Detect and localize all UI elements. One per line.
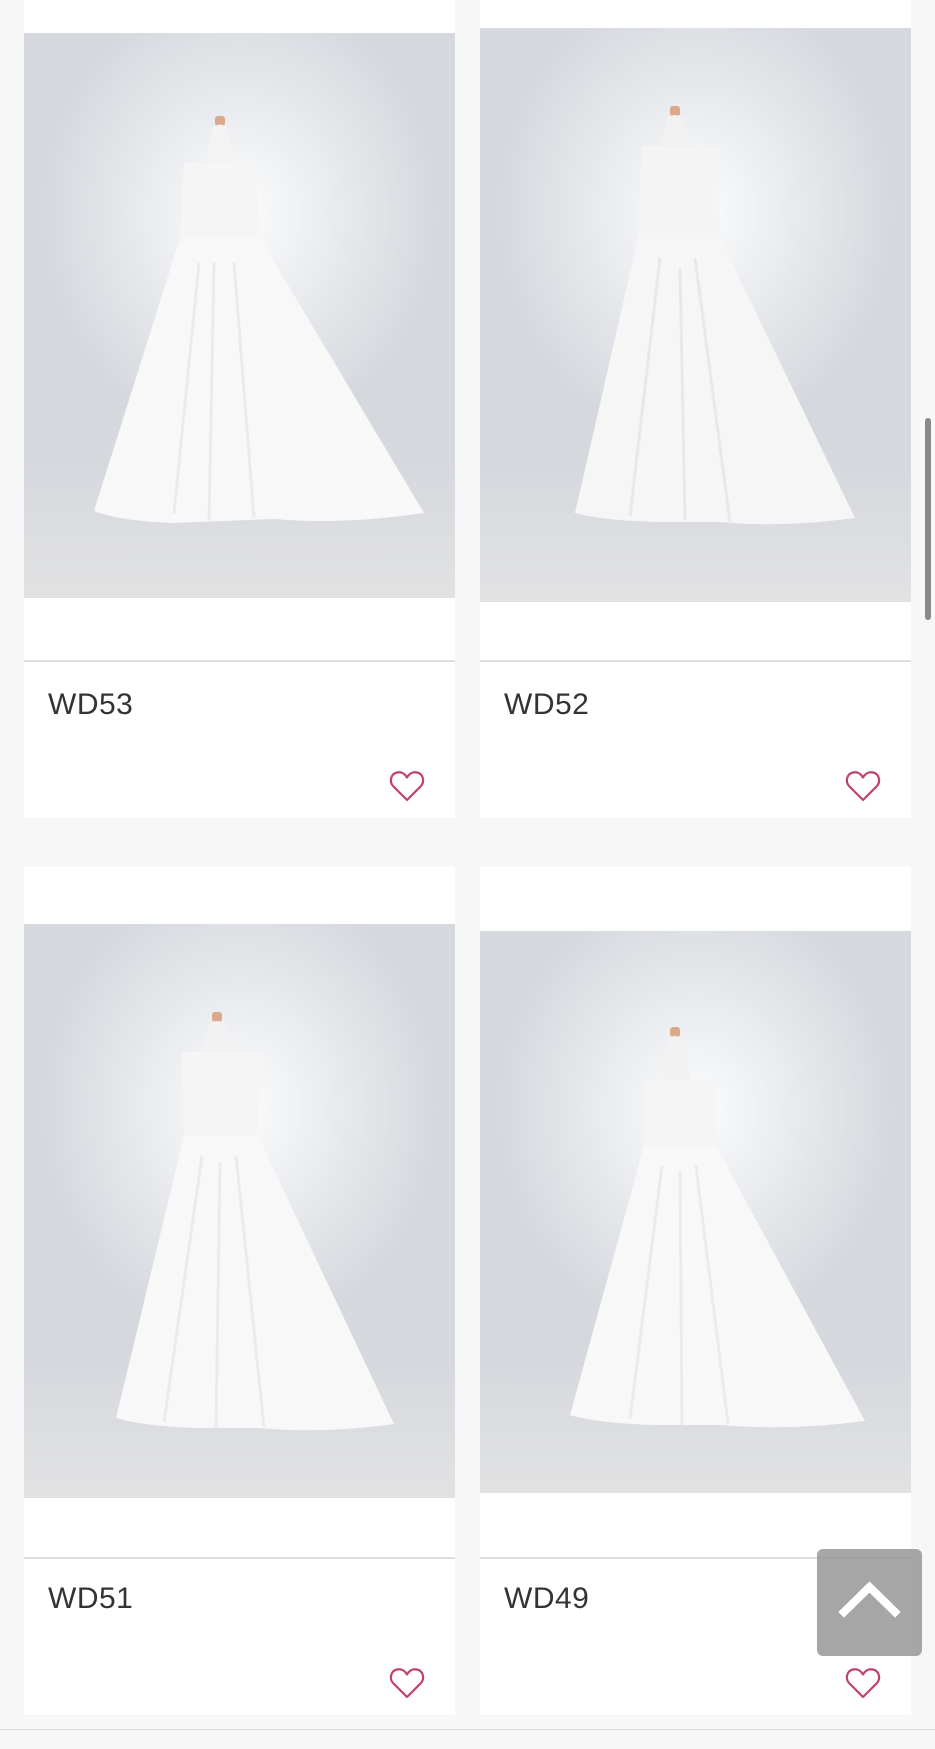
product-code[interactable]: WD52: [504, 688, 589, 722]
product-code[interactable]: WD53: [48, 688, 133, 722]
product-grid-page: WD53 WD52 WD51 WD49: [0, 0, 935, 1749]
product-card-wd51[interactable]: WD51: [24, 867, 455, 1715]
bottom-divider: [0, 1729, 935, 1730]
product-code[interactable]: WD51: [48, 1582, 133, 1616]
favorite-heart-icon[interactable]: [389, 769, 425, 803]
favorite-heart-icon[interactable]: [389, 1666, 425, 1700]
chevron-up-icon: [838, 1581, 901, 1618]
product-code[interactable]: WD49: [504, 1582, 589, 1616]
product-card-wd53[interactable]: WD53: [24, 0, 455, 818]
dress-photo[interactable]: [480, 931, 911, 1493]
favorite-heart-icon[interactable]: [845, 1666, 881, 1700]
scrollbar-thumb[interactable]: [925, 418, 931, 620]
favorite-heart-icon[interactable]: [845, 769, 881, 803]
product-card-wd52[interactable]: WD52: [480, 0, 911, 818]
dress-photo[interactable]: [24, 33, 455, 598]
scroll-to-top-button[interactable]: [817, 1549, 922, 1656]
dress-photo[interactable]: [24, 924, 455, 1498]
dress-photo[interactable]: [480, 28, 911, 602]
